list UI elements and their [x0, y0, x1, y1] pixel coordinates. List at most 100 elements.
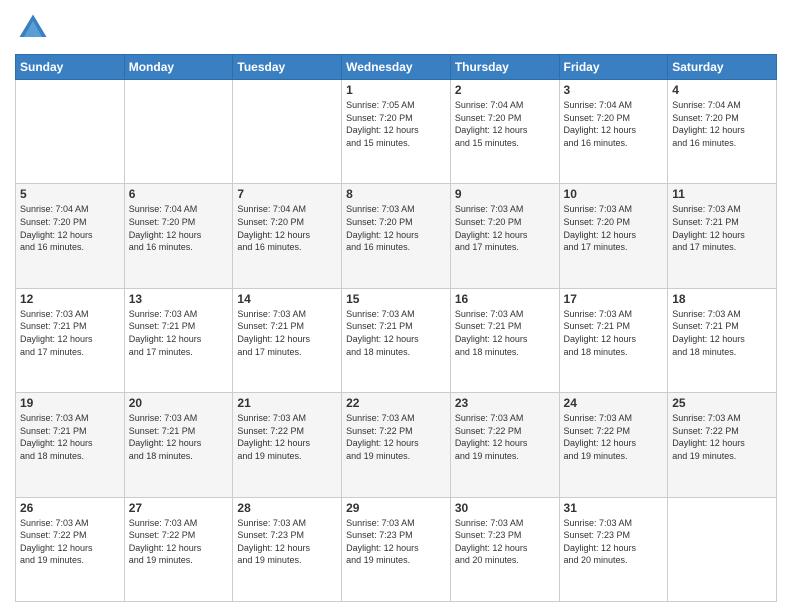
- day-number: 26: [20, 501, 120, 515]
- cell-text: Sunrise: 7:03 AM Sunset: 7:21 PM Dayligh…: [20, 308, 120, 358]
- calendar-cell: 8 Sunrise: 7:03 AM Sunset: 7:20 PM Daylig…: [342, 184, 451, 288]
- cell-text: Sunrise: 7:03 AM Sunset: 7:21 PM Dayligh…: [346, 308, 446, 358]
- calendar-cell: 2 Sunrise: 7:04 AM Sunset: 7:20 PM Daylig…: [450, 80, 559, 184]
- day-number: 13: [129, 292, 229, 306]
- calendar-cell: 13 Sunrise: 7:03 AM Sunset: 7:21 PM Dayli…: [124, 288, 233, 392]
- header: [15, 10, 777, 46]
- day-number: 29: [346, 501, 446, 515]
- day-number: 23: [455, 396, 555, 410]
- calendar-cell: 23 Sunrise: 7:03 AM Sunset: 7:22 PM Dayli…: [450, 393, 559, 497]
- calendar-cell: 3Sunrise: 7:04 AM Sunset: 7:20 PM Daylig…: [559, 80, 668, 184]
- calendar-cell: 17 Sunrise: 7:03 AM Sunset: 7:21 PM Dayli…: [559, 288, 668, 392]
- calendar-header-tuesday: Tuesday: [233, 55, 342, 80]
- cell-text: Sunrise: 7:04 AM Sunset: 7:20 PM Dayligh…: [20, 203, 120, 253]
- cell-text: Sunrise: 7:03 AM Sunset: 7:21 PM Dayligh…: [237, 308, 337, 358]
- day-number: 28: [237, 501, 337, 515]
- page: SundayMondayTuesdayWednesdayThursdayFrid…: [0, 0, 792, 612]
- logo-icon: [15, 10, 51, 46]
- cell-text: Sunrise: 7:03 AM Sunset: 7:23 PM Dayligh…: [455, 517, 555, 567]
- calendar-header-saturday: Saturday: [668, 55, 777, 80]
- cell-text: Sunrise: 7:03 AM Sunset: 7:22 PM Dayligh…: [672, 412, 772, 462]
- cell-text: Sunrise: 7:03 AM Sunset: 7:21 PM Dayligh…: [20, 412, 120, 462]
- day-number: 21: [237, 396, 337, 410]
- calendar-cell: 10 Sunrise: 7:03 AM Sunset: 7:20 PM Dayli…: [559, 184, 668, 288]
- day-number: 12: [20, 292, 120, 306]
- day-number: 6: [129, 187, 229, 201]
- cell-text: Sunrise: 7:03 AM Sunset: 7:20 PM Dayligh…: [455, 203, 555, 253]
- day-number: 19: [20, 396, 120, 410]
- cell-text: Sunrise: 7:04 AM Sunset: 7:20 PM Dayligh…: [129, 203, 229, 253]
- logo: [15, 10, 55, 46]
- cell-text: Sunrise: 7:03 AM Sunset: 7:21 PM Dayligh…: [129, 412, 229, 462]
- calendar-cell: 31Sunrise: 7:03 AM Sunset: 7:23 PM Dayli…: [559, 497, 668, 601]
- day-number: 16: [455, 292, 555, 306]
- calendar-cell: 19 Sunrise: 7:03 AM Sunset: 7:21 PM Dayli…: [16, 393, 125, 497]
- calendar-cell: 14 Sunrise: 7:03 AM Sunset: 7:21 PM Dayli…: [233, 288, 342, 392]
- calendar-header-monday: Monday: [124, 55, 233, 80]
- calendar-cell: 26 Sunrise: 7:03 AM Sunset: 7:22 PM Dayli…: [16, 497, 125, 601]
- calendar-cell: 1 Sunrise: 7:05 AM Sunset: 7:20 PM Daylig…: [342, 80, 451, 184]
- calendar-cell: 6 Sunrise: 7:04 AM Sunset: 7:20 PM Daylig…: [124, 184, 233, 288]
- cell-text: Sunrise: 7:03 AM Sunset: 7:22 PM Dayligh…: [237, 412, 337, 462]
- calendar-week-row: 1 Sunrise: 7:05 AM Sunset: 7:20 PM Daylig…: [16, 80, 777, 184]
- calendar-header-wednesday: Wednesday: [342, 55, 451, 80]
- day-number: 11: [672, 187, 772, 201]
- cell-text: Sunrise: 7:03 AM Sunset: 7:21 PM Dayligh…: [672, 308, 772, 358]
- cell-text: Sunrise: 7:03 AM Sunset: 7:21 PM Dayligh…: [672, 203, 772, 253]
- calendar-cell: 5 Sunrise: 7:04 AM Sunset: 7:20 PM Daylig…: [16, 184, 125, 288]
- calendar-cell: [16, 80, 125, 184]
- day-number: 5: [20, 187, 120, 201]
- calendar-cell: 7 Sunrise: 7:04 AM Sunset: 7:20 PM Daylig…: [233, 184, 342, 288]
- calendar-cell: 9 Sunrise: 7:03 AM Sunset: 7:20 PM Daylig…: [450, 184, 559, 288]
- calendar-cell: 25 Sunrise: 7:03 AM Sunset: 7:22 PM Dayli…: [668, 393, 777, 497]
- day-number: 10: [564, 187, 664, 201]
- day-number: 14: [237, 292, 337, 306]
- calendar-cell: 16 Sunrise: 7:03 AM Sunset: 7:21 PM Dayli…: [450, 288, 559, 392]
- day-number: 2: [455, 83, 555, 97]
- calendar-cell: 21 Sunrise: 7:03 AM Sunset: 7:22 PM Dayli…: [233, 393, 342, 497]
- cell-text: Sunrise: 7:05 AM Sunset: 7:20 PM Dayligh…: [346, 99, 446, 149]
- day-number: 1: [346, 83, 446, 97]
- cell-text: Sunrise: 7:03 AM Sunset: 7:22 PM Dayligh…: [20, 517, 120, 567]
- cell-text: Sunrise: 7:04 AM Sunset: 7:20 PM Dayligh…: [455, 99, 555, 149]
- cell-text: Sunrise: 7:03 AM Sunset: 7:20 PM Dayligh…: [346, 203, 446, 253]
- cell-text: Sunrise: 7:04 AM Sunset: 7:20 PM Dayligh…: [237, 203, 337, 253]
- calendar-header-thursday: Thursday: [450, 55, 559, 80]
- calendar-week-row: 5 Sunrise: 7:04 AM Sunset: 7:20 PM Daylig…: [16, 184, 777, 288]
- calendar-cell: 20Sunrise: 7:03 AM Sunset: 7:21 PM Dayli…: [124, 393, 233, 497]
- calendar-cell: 29Sunrise: 7:03 AM Sunset: 7:23 PM Dayli…: [342, 497, 451, 601]
- day-number: 22: [346, 396, 446, 410]
- calendar-cell: 22Sunrise: 7:03 AM Sunset: 7:22 PM Dayli…: [342, 393, 451, 497]
- calendar-header-sunday: Sunday: [16, 55, 125, 80]
- day-number: 8: [346, 187, 446, 201]
- calendar-header-friday: Friday: [559, 55, 668, 80]
- calendar-cell: 4Sunrise: 7:04 AM Sunset: 7:20 PM Daylig…: [668, 80, 777, 184]
- day-number: 18: [672, 292, 772, 306]
- cell-text: Sunrise: 7:03 AM Sunset: 7:23 PM Dayligh…: [564, 517, 664, 567]
- day-number: 4: [672, 83, 772, 97]
- calendar-cell: [124, 80, 233, 184]
- calendar-header-row: SundayMondayTuesdayWednesdayThursdayFrid…: [16, 55, 777, 80]
- calendar-cell: 18 Sunrise: 7:03 AM Sunset: 7:21 PM Dayli…: [668, 288, 777, 392]
- cell-text: Sunrise: 7:03 AM Sunset: 7:22 PM Dayligh…: [455, 412, 555, 462]
- calendar-cell: 28Sunrise: 7:03 AM Sunset: 7:23 PM Dayli…: [233, 497, 342, 601]
- calendar-table: SundayMondayTuesdayWednesdayThursdayFrid…: [15, 54, 777, 602]
- calendar-cell: 27 Sunrise: 7:03 AM Sunset: 7:22 PM Dayli…: [124, 497, 233, 601]
- calendar-cell: 11 Sunrise: 7:03 AM Sunset: 7:21 PM Dayli…: [668, 184, 777, 288]
- day-number: 7: [237, 187, 337, 201]
- day-number: 27: [129, 501, 229, 515]
- cell-text: Sunrise: 7:03 AM Sunset: 7:21 PM Dayligh…: [129, 308, 229, 358]
- cell-text: Sunrise: 7:03 AM Sunset: 7:22 PM Dayligh…: [564, 412, 664, 462]
- calendar-week-row: 19 Sunrise: 7:03 AM Sunset: 7:21 PM Dayli…: [16, 393, 777, 497]
- calendar-cell: 12 Sunrise: 7:03 AM Sunset: 7:21 PM Dayli…: [16, 288, 125, 392]
- day-number: 25: [672, 396, 772, 410]
- calendar-cell: 15 Sunrise: 7:03 AM Sunset: 7:21 PM Dayli…: [342, 288, 451, 392]
- calendar-cell: [668, 497, 777, 601]
- day-number: 15: [346, 292, 446, 306]
- cell-text: Sunrise: 7:03 AM Sunset: 7:21 PM Dayligh…: [564, 308, 664, 358]
- cell-text: Sunrise: 7:03 AM Sunset: 7:20 PM Dayligh…: [564, 203, 664, 253]
- cell-text: Sunrise: 7:03 AM Sunset: 7:22 PM Dayligh…: [129, 517, 229, 567]
- cell-text: Sunrise: 7:03 AM Sunset: 7:21 PM Dayligh…: [455, 308, 555, 358]
- day-number: 17: [564, 292, 664, 306]
- day-number: 9: [455, 187, 555, 201]
